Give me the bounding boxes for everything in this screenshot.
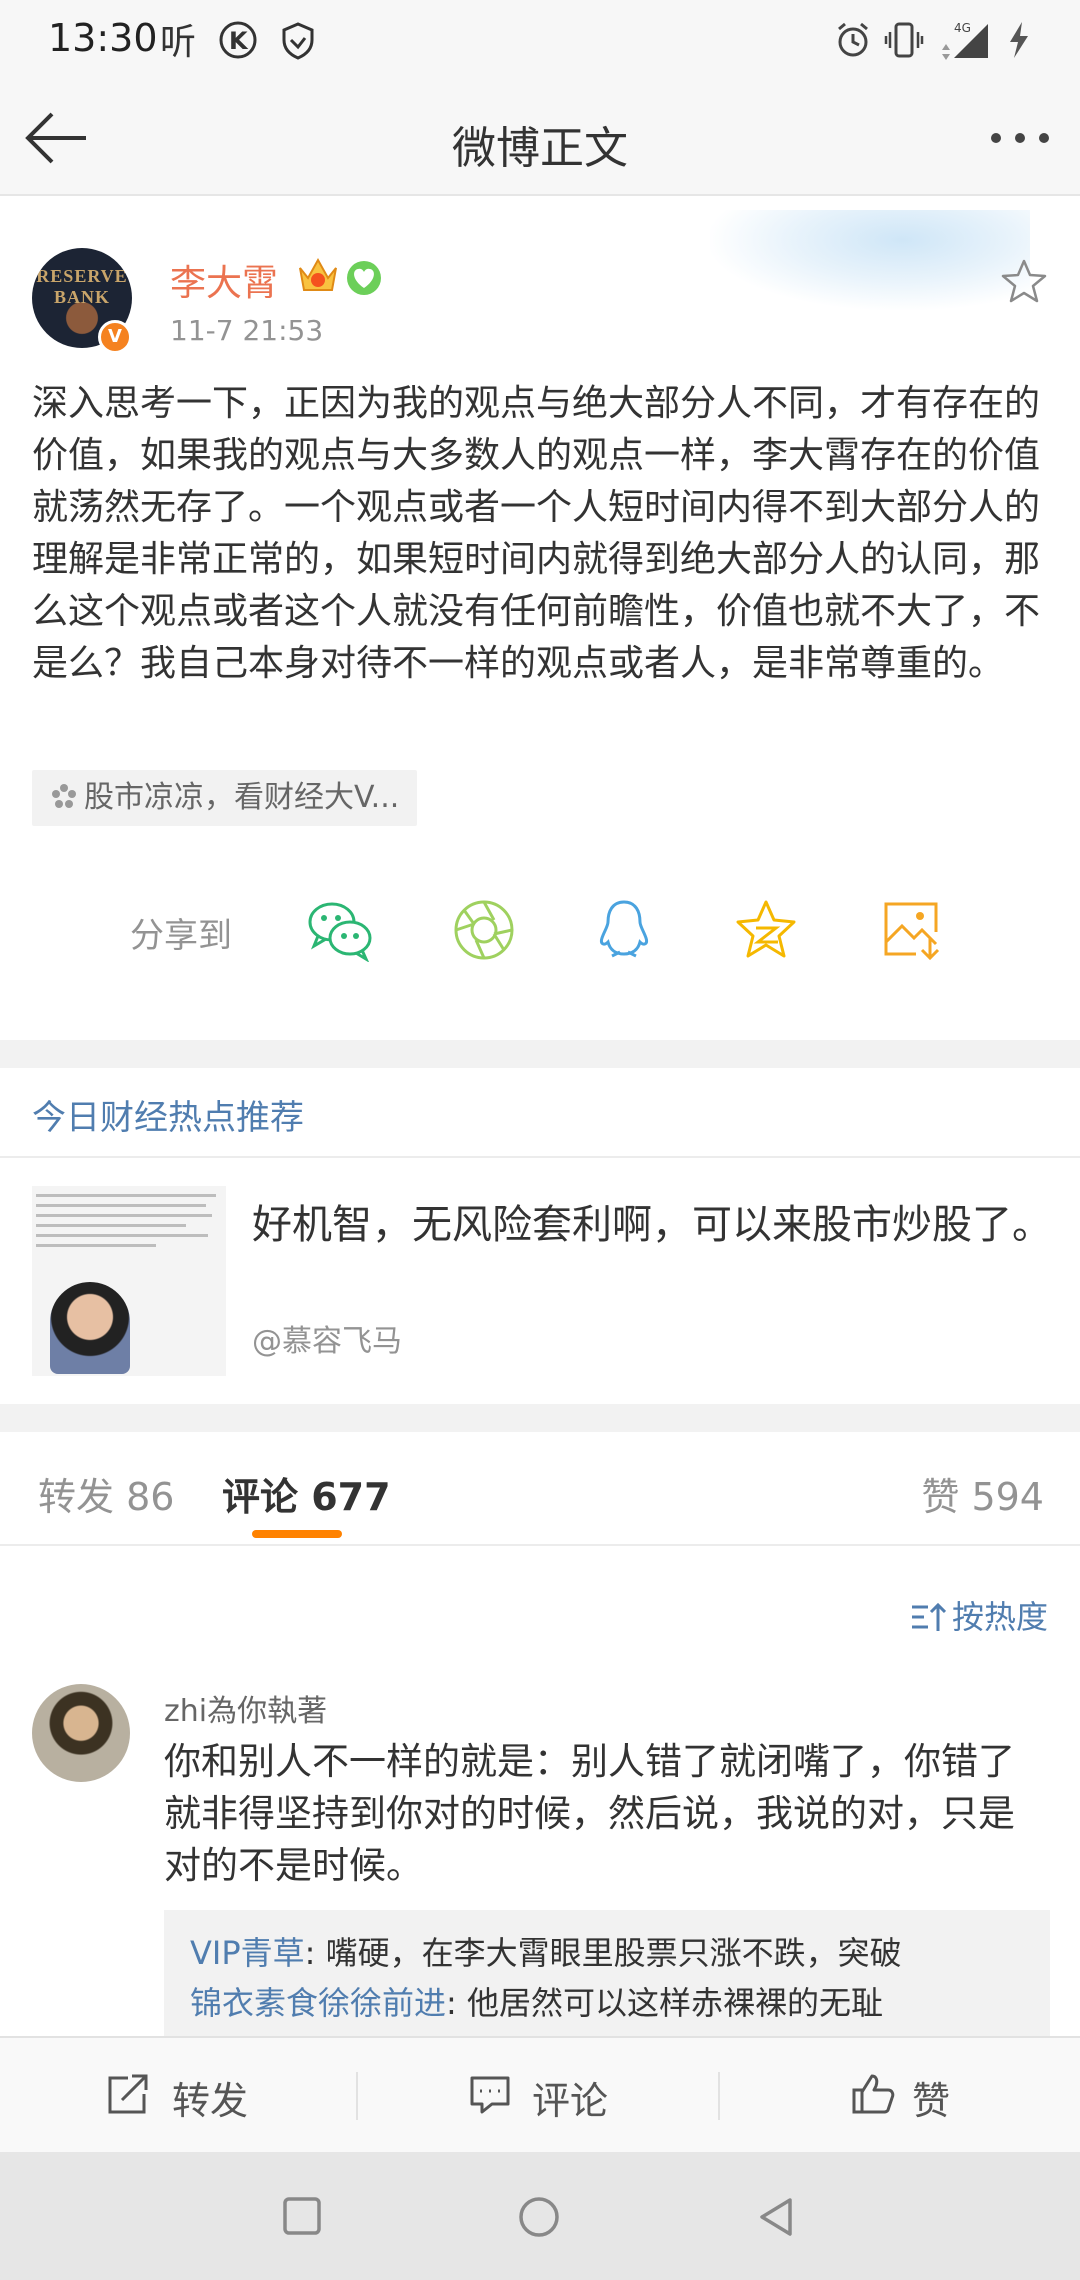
- section-separator: [0, 1040, 1080, 1068]
- recommend-title[interactable]: 好机智，无风险套利啊，可以来股市炒股了。: [252, 1200, 1052, 1250]
- like-label: 赞: [912, 2079, 951, 2123]
- repost-button[interactable]: 转发: [0, 2038, 356, 2154]
- divider: [0, 1156, 1080, 1158]
- sort-by-hot-button[interactable]: 按热度: [910, 1592, 1048, 1638]
- k-icon: K: [219, 21, 257, 59]
- thumb-text-line: [36, 1214, 212, 1217]
- vibrate-icon: [884, 22, 924, 58]
- section-separator: [0, 1404, 1080, 1432]
- thumb-text-line: [36, 1194, 216, 1197]
- vip-green-badge-icon: [347, 261, 381, 295]
- avatar-logo-text: RESERVE BANK: [36, 266, 128, 307]
- more-dots-icon[interactable]: [988, 130, 1052, 146]
- svg-text:听: 听: [160, 22, 196, 60]
- home-circle-icon[interactable]: [518, 2196, 560, 2238]
- wechat-icon[interactable]: [306, 898, 374, 962]
- listen-icon: 听: [160, 22, 196, 60]
- alarm-icon: [838, 22, 868, 57]
- sub-reply-user[interactable]: 锦衣素食徐徐前进: [190, 1984, 446, 2022]
- tab-comments[interactable]: 评论 677: [222, 1466, 391, 1521]
- commenter-avatar[interactable]: [32, 1684, 130, 1782]
- qq-icon[interactable]: [594, 898, 654, 962]
- svg-text:4G: 4G: [954, 21, 971, 35]
- thumb-text-line: [36, 1224, 186, 1227]
- recommend-header[interactable]: 今日财经热点推荐: [32, 1090, 304, 1139]
- status-bar: 13:30 听 K 4G: [0, 0, 1080, 80]
- shield-icon: [282, 22, 314, 60]
- post-time: 11-7 21:53: [170, 314, 324, 347]
- member-crown-icon: [299, 257, 337, 291]
- interaction-tabs: 转发 86 评论 677 赞 594: [0, 1432, 1080, 1546]
- topic-label: 股市凉凉，看财经大V...: [84, 780, 400, 815]
- sub-reply: VIP青草: 嘴硬，在李大霄眼里股票只涨不跌，突破: [190, 1928, 1026, 1978]
- thumbs-up-icon: [852, 2074, 895, 2114]
- nav-bar: 微博正文: [0, 80, 1080, 196]
- tab-reposts[interactable]: 转发 86: [38, 1466, 174, 1521]
- svg-text:K: K: [229, 27, 249, 55]
- active-tab-indicator: [252, 1530, 342, 1538]
- comment-icon: [470, 2076, 510, 2114]
- share-label: 分享到: [130, 916, 232, 956]
- sort-icon: [911, 1602, 946, 1631]
- repost-icon: [108, 2074, 148, 2114]
- share-row: 分享到: [0, 880, 1080, 984]
- signal-4g-icon: 4G: [942, 21, 988, 60]
- thumb-text-line: [36, 1234, 208, 1237]
- charging-icon: [1010, 22, 1028, 58]
- qzone-star-icon[interactable]: [734, 898, 798, 962]
- comment-text: 你和别人不一样的就是：别人错了就闭嘴了，你错了就非得坚持到你对的时候，然后说，我…: [164, 1740, 1015, 1887]
- sub-reply-user[interactable]: VIP青草: [190, 1934, 305, 1972]
- sub-replies[interactable]: VIP青草: 嘴硬，在李大霄眼里股票只涨不跌，突破 锦衣素食徐徐前进: 他居然可…: [164, 1910, 1050, 2040]
- topic-flower-icon: [52, 783, 76, 808]
- status-time: 13:30: [48, 16, 158, 60]
- comment-label: 评论: [532, 2079, 609, 2123]
- header-clouds-decoration: [710, 210, 1030, 310]
- thumb-text-line: [36, 1244, 156, 1247]
- bottom-action-bar: 转发 评论 赞: [0, 2036, 1080, 2152]
- recommend-thumbnail[interactable]: [32, 1186, 226, 1376]
- sub-reply-text: : 嘴硬，在李大霄眼里股票只涨不跌，突破: [304, 1934, 902, 1972]
- tab-likes[interactable]: 赞 594: [921, 1466, 1044, 1521]
- author-name[interactable]: 李大霄: [170, 254, 278, 306]
- verified-badge: V: [98, 320, 132, 354]
- sub-reply-text: : 他居然可以这样赤裸裸的无耻: [446, 1984, 883, 2022]
- favorite-star-icon[interactable]: [1000, 258, 1048, 304]
- comment-button[interactable]: 评论: [358, 2038, 718, 2154]
- commenter-name[interactable]: zhi為你執著: [164, 1686, 327, 1730]
- recommend-user[interactable]: @慕容飞马: [252, 1316, 402, 1360]
- sub-reply: 锦衣素食徐徐前进: 他居然可以这样赤裸裸的无耻: [190, 1978, 1026, 2028]
- like-button[interactable]: 赞: [720, 2038, 1080, 2154]
- thumb-portrait: [50, 1282, 130, 1374]
- sort-label: 按热度: [951, 1598, 1048, 1636]
- system-navigation-bar: [0, 2152, 1080, 2280]
- back-triangle-icon[interactable]: [756, 2196, 796, 2238]
- recents-square-icon[interactable]: [282, 2196, 322, 2236]
- post-body-text: 深入思考一下，正因为我的观点与绝大部分人不同，才有存在的价值，如果我的观点与大多…: [32, 383, 1041, 684]
- thumb-text-line: [36, 1204, 206, 1207]
- moments-icon[interactable]: [452, 898, 516, 962]
- save-image-icon[interactable]: [880, 898, 944, 962]
- page-title: 微博正文: [452, 123, 628, 174]
- repost-label: 转发: [172, 2079, 249, 2123]
- topic-chip[interactable]: 股市凉凉，看财经大V...: [32, 770, 418, 826]
